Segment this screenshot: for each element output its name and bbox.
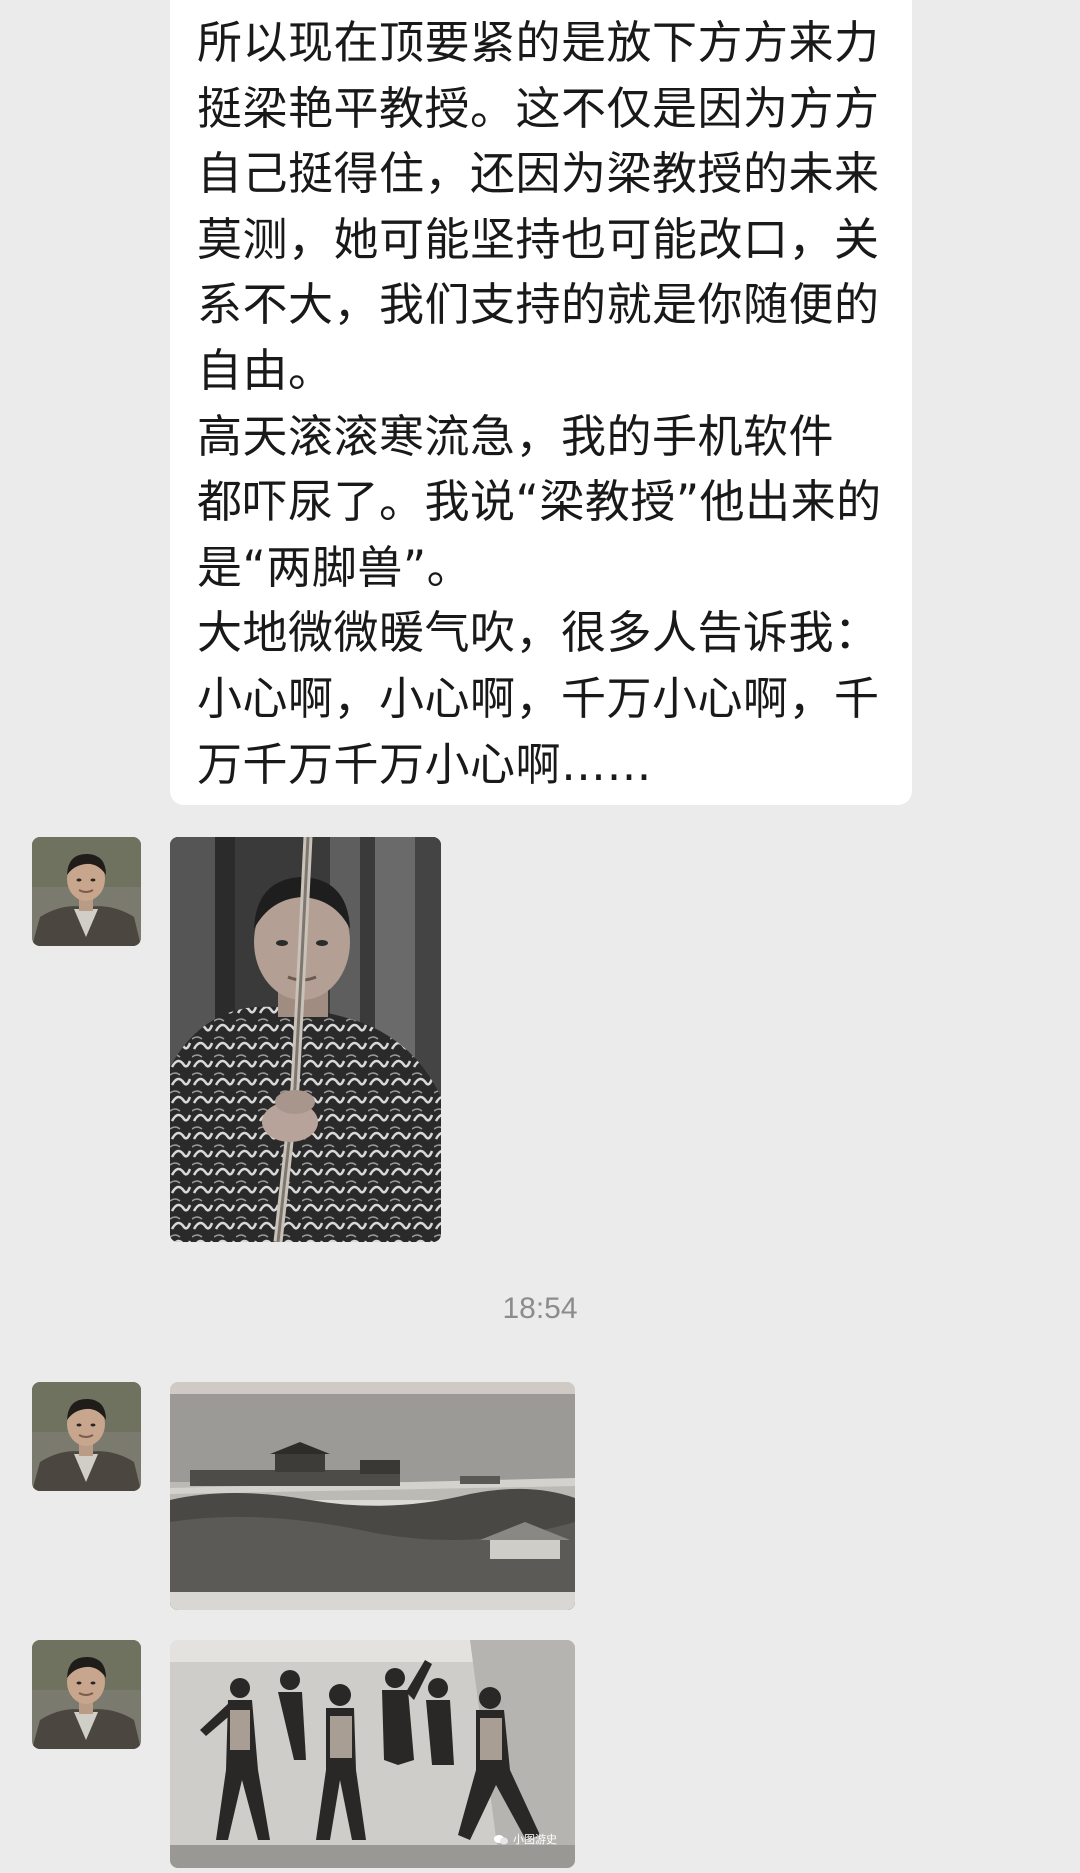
avatar[interactable]: [32, 1382, 141, 1491]
watermark: 小图游史: [493, 1831, 557, 1850]
avatar-icon: [32, 837, 141, 946]
avatar[interactable]: [32, 1640, 141, 1749]
message-line: 自由。: [197, 343, 334, 397]
message-line: 大地微微暖气吹，很多人告诉我：: [197, 606, 880, 660]
landscape-photo-icon: [170, 1382, 575, 1610]
avatar-icon: [32, 1382, 141, 1491]
message-line: 挺梁艳平教授。这不仅是因为方方: [197, 81, 880, 135]
message-line: 系不大，我们支持的就是你随便的: [197, 278, 880, 332]
message-line: 是“两脚兽”。: [197, 540, 473, 594]
message-line: 万千万千万小心啊……: [197, 737, 653, 791]
message-line: 自己挺得住，还因为梁教授的未来: [197, 147, 880, 201]
wechat-icon: [493, 1835, 508, 1845]
message-line: 小心啊，小心啊，千万小心啊，千: [197, 671, 880, 725]
timestamp: 18:54: [502, 1292, 578, 1325]
message-line: 莫测，她可能坚持也可能改口，关: [197, 212, 880, 266]
message-line: 所以现在顶要紧的是放下方方来力: [197, 16, 880, 69]
message-line: 高天滚滚寒流急，我的手机软件: [197, 409, 835, 463]
message-bubble[interactable]: 所以现在顶要紧的是放下方方来力 挺梁艳平教授。这不仅是因为方方 自己挺得住，还因…: [170, 0, 912, 805]
portrait-photo-icon: [170, 837, 441, 1242]
avatar[interactable]: [32, 837, 141, 946]
chat-image[interactable]: [170, 837, 441, 1242]
avatar-icon: [32, 1640, 141, 1749]
message-line: 都吓尿了。我说“梁教授”他出来的: [197, 475, 882, 529]
chat-image[interactable]: 小图游史: [170, 1640, 575, 1868]
watermark-text: 小图游史: [513, 1833, 557, 1846]
chat-image[interactable]: [170, 1382, 575, 1610]
